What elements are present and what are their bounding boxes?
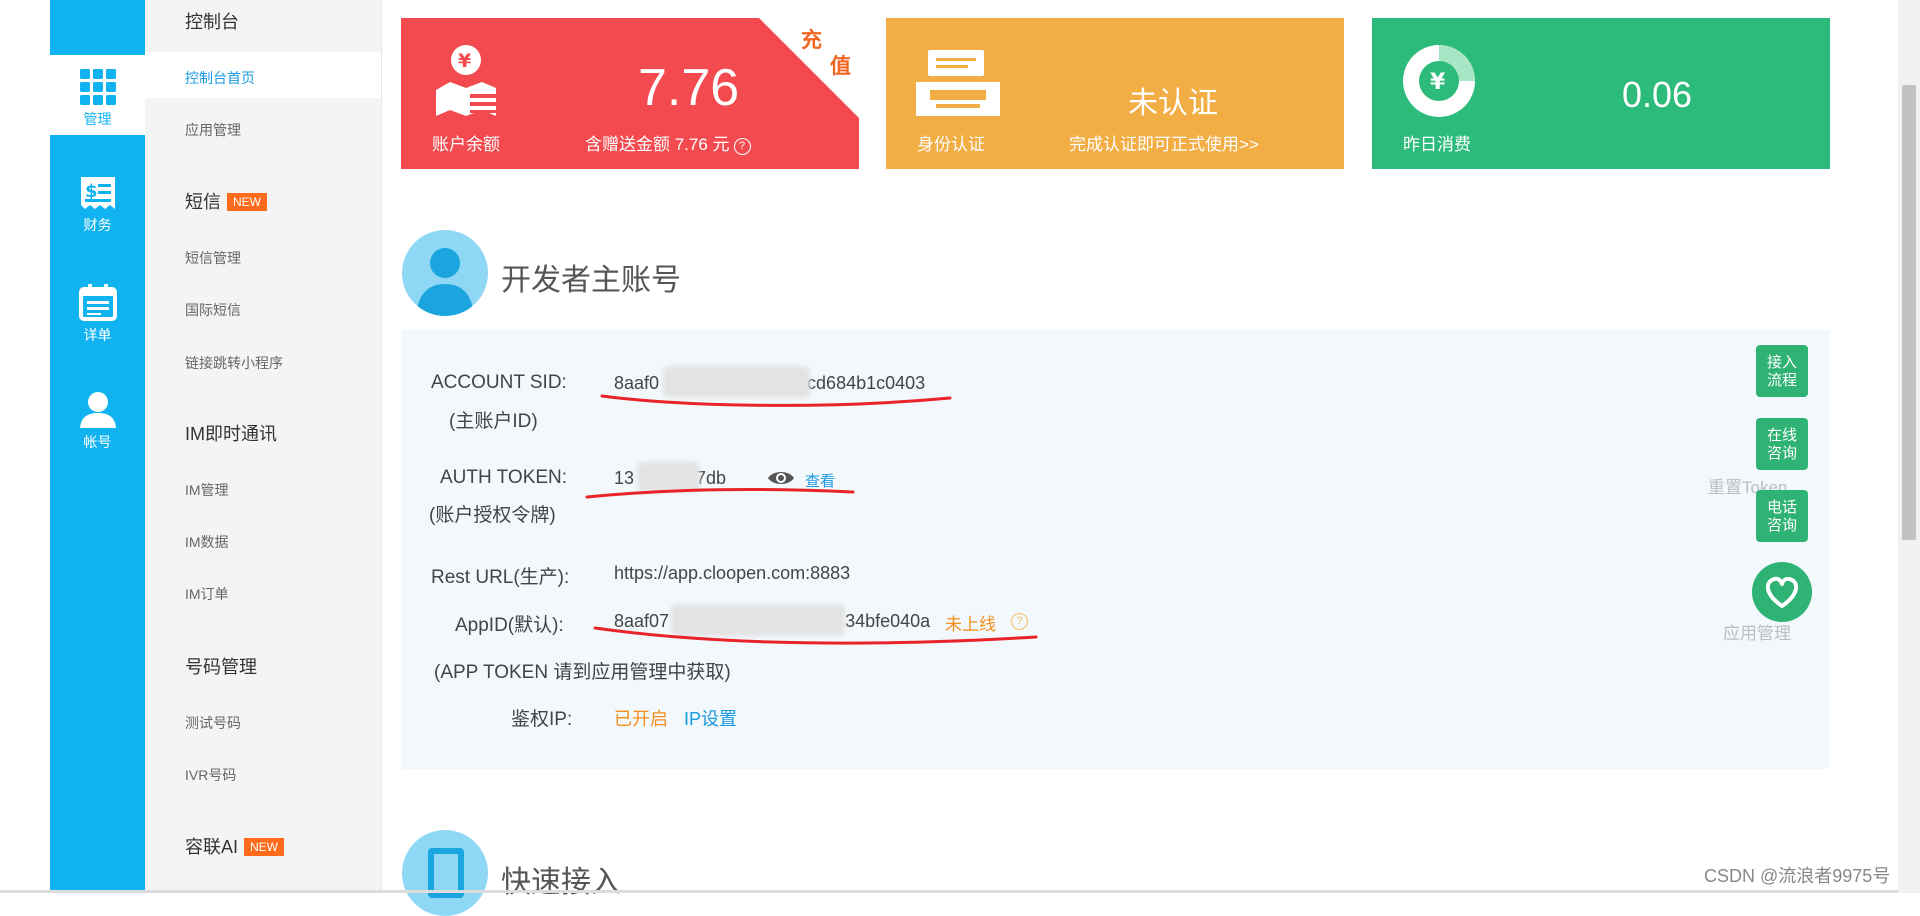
quick-access-avatar (402, 830, 488, 916)
heart-icon (1765, 576, 1799, 608)
button-line: 接入 (1766, 354, 1797, 371)
watermark: CSDN @流浪者9975号 (1704, 866, 1891, 886)
phone-consult-button[interactable]: 电话 咨询 (1756, 490, 1808, 542)
button-line: 在线 (1766, 427, 1797, 444)
access-flow-button[interactable]: 接入 流程 (1756, 345, 1808, 397)
quick-access-title: 快速接入 (501, 866, 621, 899)
red-underline-annotations (585, 394, 1038, 645)
scrollbar[interactable] (1898, 0, 1920, 893)
button-line: 电话 (1766, 499, 1797, 516)
button-line: 咨询 (1766, 517, 1797, 534)
button-line: 流程 (1766, 372, 1797, 389)
notebook-icon (428, 848, 464, 898)
app-manage-link[interactable]: 应用管理 (1723, 619, 1791, 644)
favorite-button[interactable] (1752, 562, 1812, 622)
button-line: 咨询 (1766, 445, 1797, 462)
scrollbar-thumb[interactable] (1902, 85, 1916, 540)
online-consult-button[interactable]: 在线 咨询 (1756, 418, 1808, 470)
